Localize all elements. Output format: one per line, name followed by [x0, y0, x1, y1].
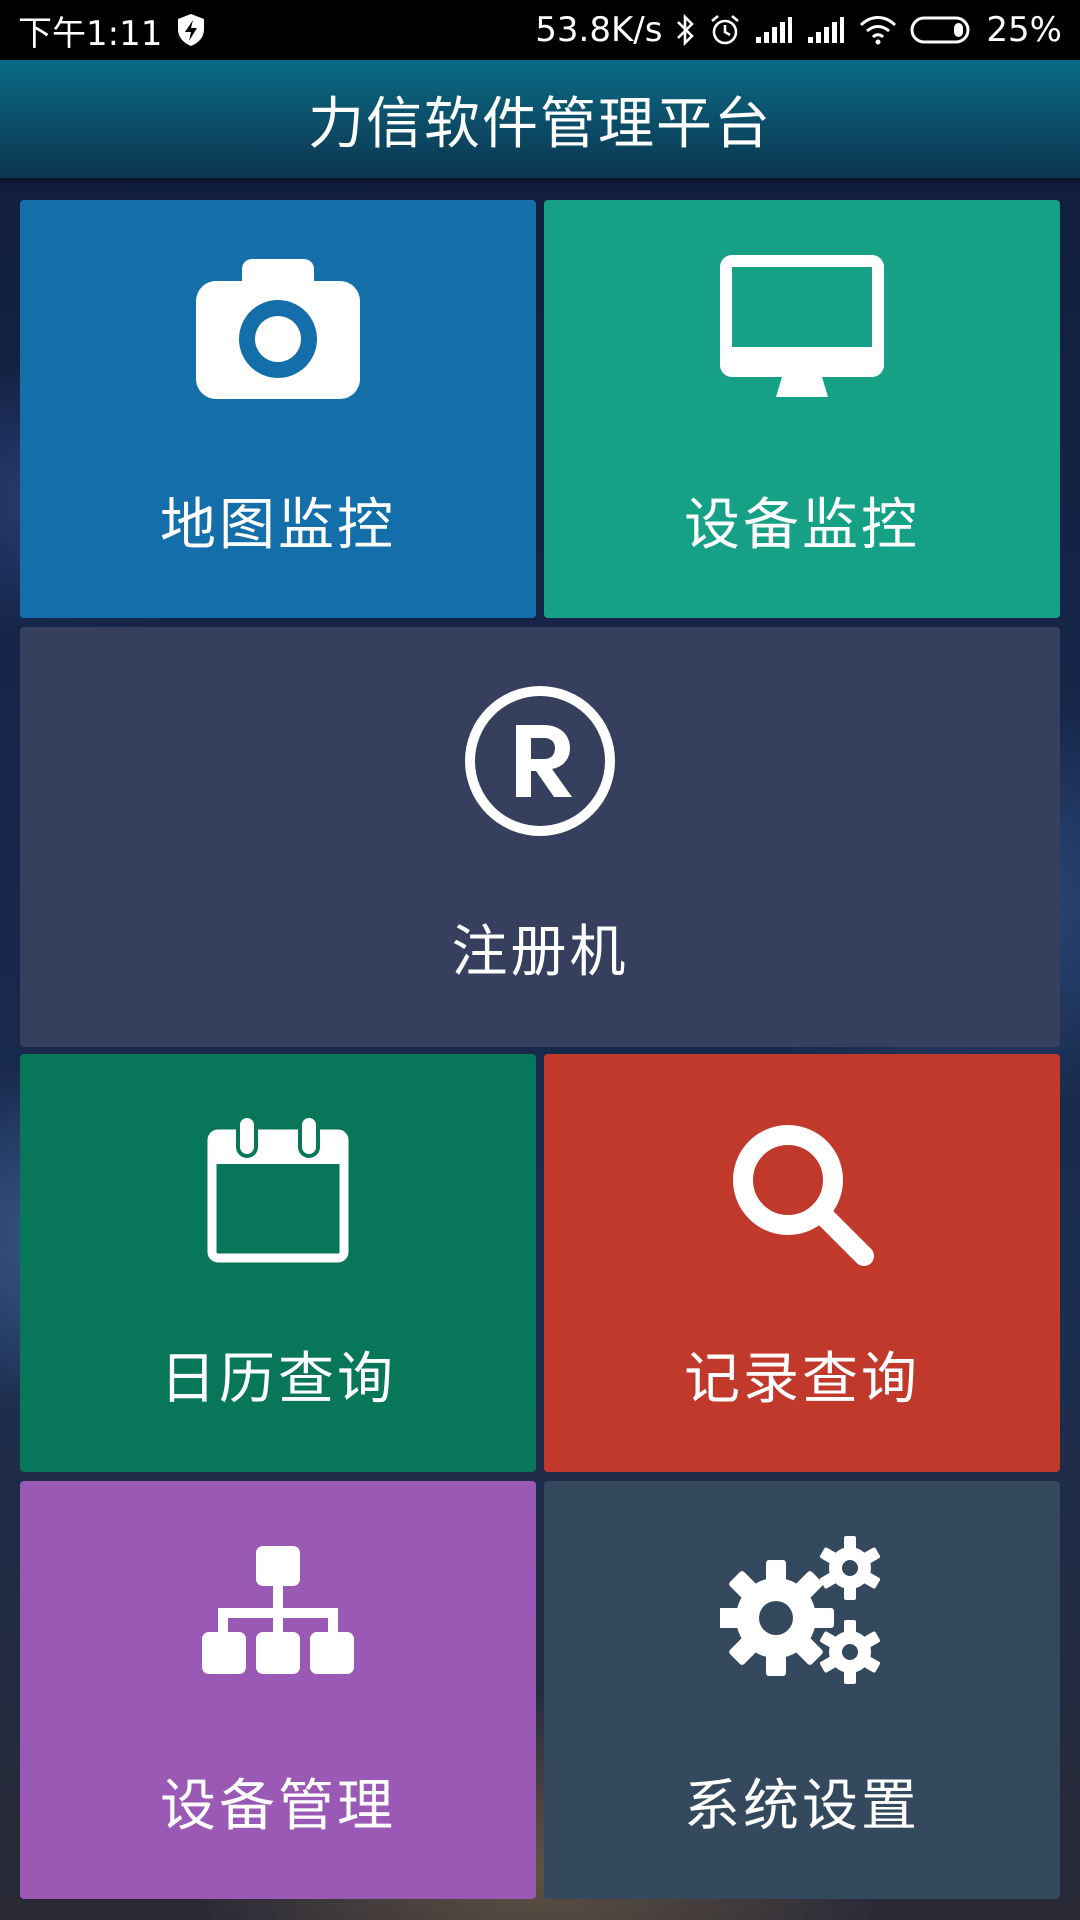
signal-icon [756, 17, 793, 43]
net-speed: 53.8K/s [535, 10, 663, 50]
tile-device-management[interactable]: 设备管理 [20, 1481, 536, 1899]
signal-icon-2 [808, 17, 845, 43]
status-time: 下午1:11 [18, 13, 163, 54]
sitemap-icon [202, 1546, 354, 1674]
registered-icon [465, 686, 615, 836]
tile-label: 记录查询 [684, 1347, 920, 1412]
tile-calendar-query[interactable]: 日历查询 [20, 1054, 536, 1472]
tile-label: 设备监控 [684, 493, 920, 558]
battery-icon [910, 16, 970, 44]
calendar-icon [207, 1114, 349, 1263]
tile-record-query[interactable]: 记录查询 [544, 1054, 1060, 1472]
wifi-icon [860, 16, 897, 45]
shield-bolt-icon [178, 14, 205, 46]
tile-label: 注册机 [451, 920, 629, 985]
tile-device-monitor[interactable]: 设备监控 [544, 200, 1060, 618]
gears-icon [720, 1536, 880, 1684]
search-icon [733, 1125, 874, 1266]
tile-register[interactable]: 注册机 [20, 627, 1060, 1047]
tile-label: 日历查询 [160, 1347, 396, 1412]
page-title: 力信软件管理平台 [308, 91, 772, 157]
tile-system-settings[interactable]: 系统设置 [544, 1481, 1060, 1899]
alarm-icon [711, 15, 740, 45]
status-bar: 下午1:11 53.8K/s 25% [0, 0, 1080, 60]
tile-map-monitor[interactable]: 地图监控 [20, 200, 536, 618]
monitor-icon [720, 255, 884, 397]
battery-percent: 25% [986, 10, 1062, 50]
tile-label: 设备管理 [160, 1774, 396, 1839]
bluetooth-icon [677, 13, 695, 47]
tile-label: 地图监控 [160, 493, 396, 558]
camera-icon [196, 259, 360, 399]
app-bar: 力信软件管理平台 [0, 60, 1080, 178]
tile-label: 系统设置 [684, 1774, 920, 1839]
